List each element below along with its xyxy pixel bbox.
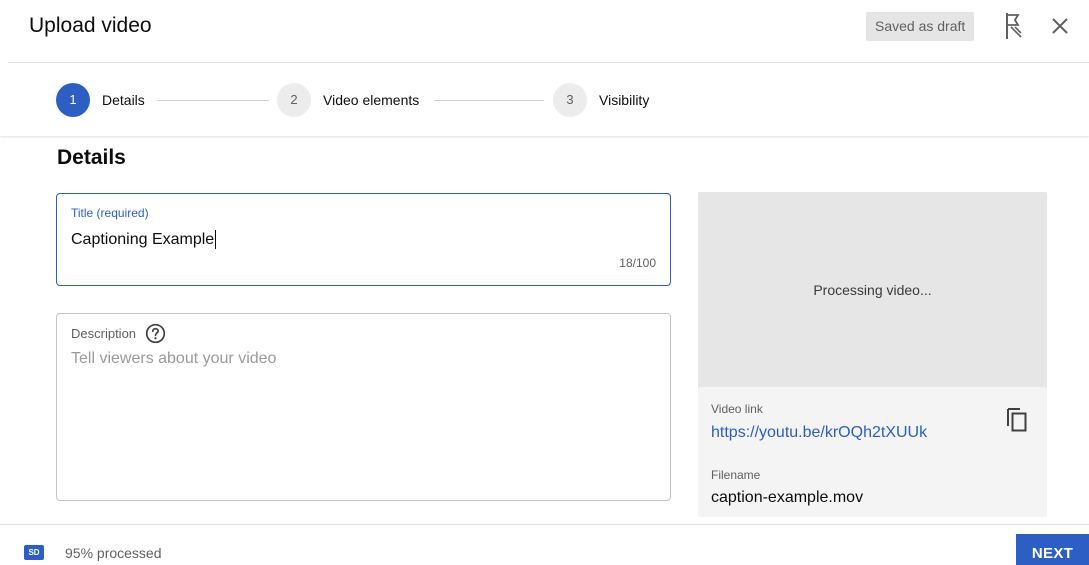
footer-divider <box>0 524 1089 525</box>
upload-stepper: 1 Details 2 Video elements 3 Visibility <box>0 63 1089 136</box>
step-visibility[interactable]: 3 Visibility <box>553 83 649 117</box>
step-label: Video elements <box>323 92 420 108</box>
text-caret <box>215 230 217 249</box>
step-connector <box>157 100 269 101</box>
filename-label: Filename <box>711 468 761 482</box>
step-video-elements[interactable]: 2 Video elements <box>277 83 419 117</box>
video-link-label: Video link <box>711 402 763 416</box>
video-link[interactable]: https://youtu.be/krOQh2tXUUk <box>711 424 927 442</box>
description-input[interactable]: Description Tell viewers about your vide… <box>56 313 671 501</box>
processing-progress: 95% processed <box>65 545 162 561</box>
close-icon[interactable] <box>1050 16 1070 36</box>
feedback-flag-icon[interactable] <box>1003 11 1025 41</box>
title-input-value-row: Captioning Example <box>71 230 217 249</box>
description-label-row: Description <box>71 323 166 344</box>
step-label: Details <box>102 92 145 108</box>
saved-as-draft-badge: Saved as draft <box>866 12 975 41</box>
description-placeholder: Tell viewers about your video <box>71 350 277 367</box>
filename-value: caption-example.mov <box>711 489 864 506</box>
video-preview-area: Processing video... <box>698 192 1047 387</box>
step-details[interactable]: 1 Details <box>56 83 145 117</box>
sd-quality-badge: SD <box>24 545 44 560</box>
title-input-value: Captioning Example <box>71 230 215 248</box>
next-button[interactable]: NEXT <box>1016 534 1089 565</box>
dialog-title: Upload video <box>29 14 152 37</box>
help-circle-icon[interactable] <box>145 323 166 344</box>
title-input[interactable]: Title (required) Captioning Example 18/1… <box>56 193 671 286</box>
copy-icon[interactable] <box>1005 406 1029 434</box>
step-number: 2 <box>277 83 311 117</box>
description-label: Description <box>71 326 137 341</box>
step-number: 3 <box>553 83 587 117</box>
step-connector <box>434 100 544 101</box>
processing-status: Processing video... <box>813 282 932 298</box>
section-title: Details <box>57 146 126 169</box>
dialog-header: Upload video Saved as draft <box>0 0 1089 62</box>
title-char-count: 18/100 <box>619 256 656 270</box>
title-input-label: Title (required) <box>71 206 149 220</box>
video-preview-card: Processing video... Video link https://y… <box>698 192 1047 517</box>
step-number: 1 <box>56 83 90 117</box>
step-label: Visibility <box>599 92 650 108</box>
